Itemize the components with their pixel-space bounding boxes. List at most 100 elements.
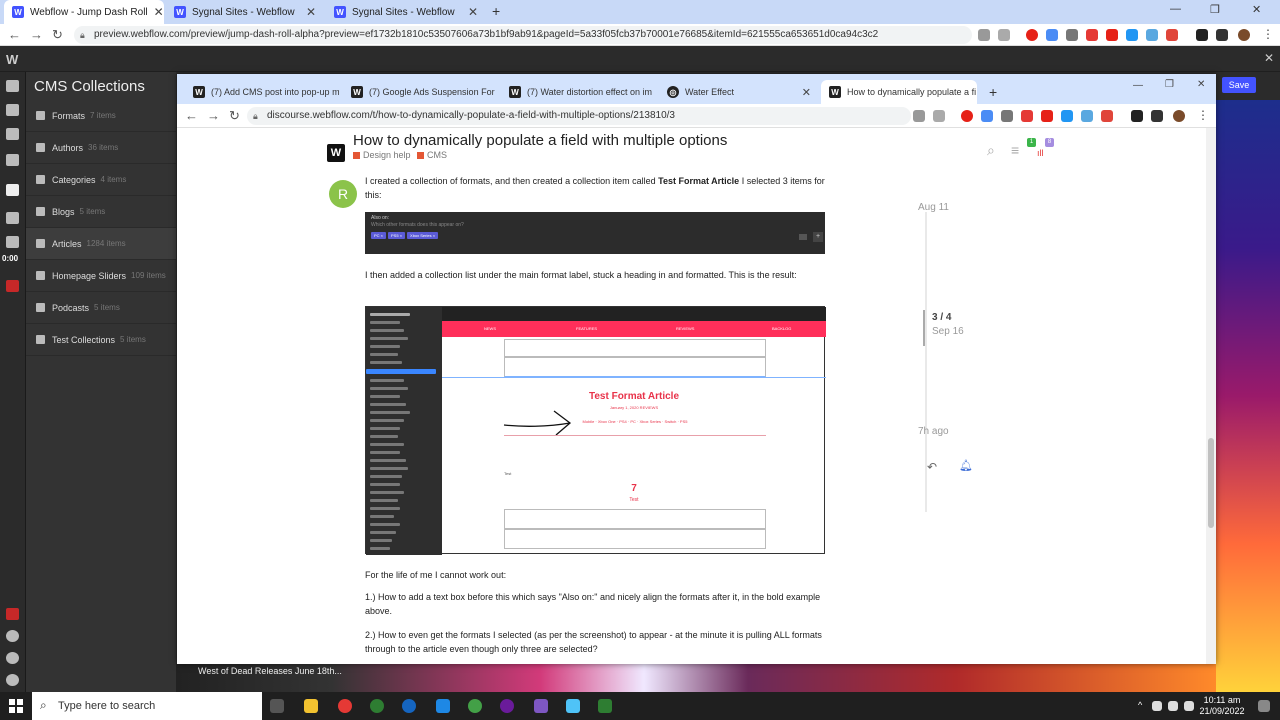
close-icon[interactable]: ✕	[154, 5, 164, 19]
collection-item[interactable]: Authors 36 items	[26, 132, 176, 164]
avatar[interactable]	[1238, 29, 1250, 41]
inner-tab-2[interactable]: W(7) Water distortion effect on im✕	[501, 80, 655, 104]
close-editor-icon[interactable]: ✕	[1264, 51, 1274, 65]
puzzle-icon[interactable]	[1196, 29, 1208, 41]
inner-tab-0[interactable]: W(7) Add CMS post into pop-up m✕	[185, 80, 339, 104]
collection-item[interactable]: Podcasts 5 items	[26, 292, 176, 324]
save-button[interactable]: Save	[1222, 77, 1256, 93]
extension-icon[interactable]	[1066, 29, 1078, 41]
star-icon[interactable]	[933, 110, 945, 122]
assets-icon[interactable]	[6, 236, 19, 248]
close-icon[interactable]: ✕	[802, 86, 811, 99]
timeline-handle[interactable]	[923, 310, 925, 346]
extension-icon[interactable]	[1101, 110, 1113, 122]
new-tab-icon[interactable]: +	[989, 84, 997, 100]
reload-icon[interactable]: ↻	[52, 27, 63, 43]
ecommerce-icon[interactable]	[6, 212, 19, 224]
extension-icon[interactable]	[1146, 29, 1158, 41]
start-button[interactable]	[0, 692, 32, 720]
webflow-logo-icon[interactable]: W	[327, 144, 345, 162]
scrollbar-thumb[interactable]	[1208, 438, 1214, 528]
extension-icon[interactable]	[1046, 29, 1058, 41]
whatsapp-icon[interactable]	[370, 699, 384, 713]
visual-studio-icon[interactable]	[534, 699, 548, 713]
cube-icon[interactable]	[6, 104, 19, 116]
url-field[interactable]: 🔒︎ preview.webflow.com/preview/jump-dash…	[74, 26, 972, 44]
search-icon[interactable]: ⌕	[987, 142, 995, 159]
forward-icon[interactable]: →	[30, 27, 43, 42]
task-view-icon[interactable]	[270, 699, 284, 713]
avatar[interactable]	[1173, 110, 1185, 122]
opera-icon[interactable]	[961, 110, 973, 122]
youtube-icon[interactable]	[1041, 110, 1053, 122]
collection-item[interactable]: Articles 1284 items	[26, 228, 176, 260]
collection-item[interactable]: Test Collections 5 items	[26, 324, 176, 356]
inner-tab-1[interactable]: W(7) Google Ads Suspension For C✕	[343, 80, 497, 104]
menu-icon[interactable]: ⋮	[1197, 108, 1209, 122]
app-icon[interactable]	[402, 699, 416, 713]
add-icon[interactable]	[6, 80, 19, 92]
file-explorer-icon[interactable]	[304, 699, 318, 713]
extension-icon[interactable]	[1166, 29, 1178, 41]
screenshot-image[interactable]: Also on: Which other formats does this a…	[365, 212, 825, 254]
scrollbar[interactable]	[1206, 128, 1216, 664]
bell-icon[interactable]: 🔔︎	[959, 459, 973, 472]
cms-icon[interactable]	[6, 184, 19, 196]
stop-icon[interactable]	[6, 608, 19, 620]
app-icon[interactable]	[468, 699, 482, 713]
opera-icon[interactable]	[1026, 29, 1038, 41]
reload-icon[interactable]: ↻	[229, 108, 240, 124]
notification-icon[interactable]	[1258, 700, 1270, 712]
inner-tab-3[interactable]: ◎ Water Effect ✕	[659, 80, 819, 104]
extension-icon[interactable]	[1001, 110, 1013, 122]
window-close-icon[interactable]: ✕	[1197, 79, 1205, 90]
extension-icon[interactable]	[1081, 110, 1093, 122]
app-icon[interactable]	[436, 699, 450, 713]
extension-icon[interactable]	[1126, 29, 1138, 41]
outer-tab-1[interactable]: W Sygnal Sites - Webflow ✕	[166, 0, 324, 24]
extension-icon[interactable]	[981, 110, 993, 122]
tray-icon[interactable]	[1152, 701, 1162, 711]
timeline-end-date[interactable]: 7h ago	[918, 426, 949, 437]
taskbar-search-input[interactable]: ⌕ Type here to search	[32, 692, 262, 720]
sidebar-icon[interactable]	[1151, 110, 1163, 122]
back-icon[interactable]: ←	[8, 27, 21, 42]
inner-tab-4[interactable]: WHow to dynamically populate a fi✕	[821, 80, 977, 104]
hamburger-icon[interactable]: ≡	[1011, 142, 1019, 158]
screenshot-image[interactable]: NEWS FEATURES REVIEWS BACKLOG Test Forma…	[365, 306, 826, 555]
help-icon[interactable]	[6, 674, 19, 686]
share-icon[interactable]	[978, 29, 990, 41]
extension-icon[interactable]	[1061, 110, 1073, 122]
accessibility-icon[interactable]	[6, 652, 19, 664]
close-icon[interactable]: ✕	[306, 5, 316, 19]
volume-icon[interactable]	[1184, 701, 1194, 711]
close-icon[interactable]: ✕	[468, 5, 478, 19]
collection-item[interactable]: Homepage Sliders 109 items	[26, 260, 176, 292]
collection-item[interactable]: Blogs 5 items	[26, 196, 176, 228]
network-icon[interactable]	[1168, 701, 1178, 711]
record-icon[interactable]	[6, 280, 19, 292]
window-close-icon[interactable]: ✕	[1252, 3, 1261, 16]
minimize-icon[interactable]: —	[1170, 3, 1181, 15]
extension-icon[interactable]	[1086, 29, 1098, 41]
excel-icon[interactable]	[598, 699, 612, 713]
avatar[interactable]: R	[329, 180, 357, 208]
search-icon[interactable]	[6, 630, 19, 642]
chrome-icon[interactable]	[338, 699, 352, 713]
menu-icon[interactable]: ⋮	[1262, 27, 1274, 41]
back-icon[interactable]: ←	[185, 108, 198, 123]
outer-tab-2[interactable]: W Sygnal Sites - Webflow ✕	[326, 0, 486, 24]
minimize-icon[interactable]: —	[1133, 80, 1143, 91]
sidebar-icon[interactable]	[1216, 29, 1228, 41]
timeline-start-date[interactable]: Aug 11	[918, 202, 949, 213]
app-icon[interactable]	[566, 699, 580, 713]
share-icon[interactable]	[913, 110, 925, 122]
star-icon[interactable]	[998, 29, 1010, 41]
new-tab-icon[interactable]: +	[492, 3, 500, 19]
pages-icon[interactable]	[6, 154, 19, 166]
navigator-icon[interactable]	[6, 128, 19, 140]
user-avatar-icon[interactable]: ıll	[1037, 148, 1049, 158]
maximize-icon[interactable]: ❐	[1210, 3, 1220, 16]
collection-item[interactable]: Formats 7 items	[26, 100, 176, 132]
tag-badge[interactable]: CMS	[417, 150, 447, 160]
